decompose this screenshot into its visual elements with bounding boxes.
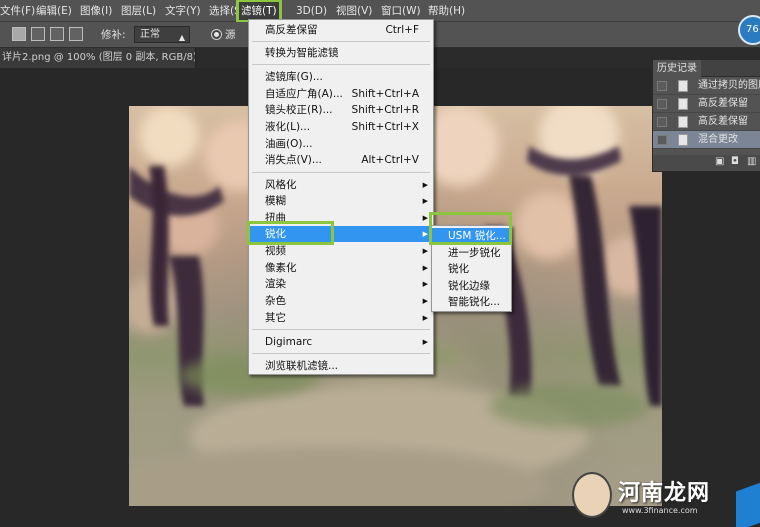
new-selection-icon[interactable] bbox=[12, 27, 26, 41]
source-radio[interactable] bbox=[211, 29, 222, 40]
document-icon bbox=[678, 116, 688, 128]
sharpen-submenu: USM 锐化... 进一步锐化 锐化 锐化边缘 智能锐化... bbox=[431, 225, 512, 312]
watermark-url: www.3finance.com bbox=[622, 506, 698, 515]
history-panel-footer: ▣ ◘ ▥ bbox=[653, 155, 760, 171]
subtract-selection-icon[interactable] bbox=[50, 27, 64, 41]
document-tab[interactable]: 详片2.png @ 100% (图层 0 副本, RGB/8) *× bbox=[0, 48, 196, 68]
patch-label: 修补: bbox=[101, 29, 126, 41]
menu-item-pixelate[interactable]: 像素化 ▶ bbox=[249, 260, 433, 276]
submenu-arrow-icon: ▶ bbox=[422, 197, 428, 205]
history-panel-title[interactable]: 历史记录 bbox=[653, 60, 701, 77]
history-panel: 历史记录 通过拷贝的图层 高反差保留 高反差保留 混合更改 ▣ ◘ ▥ bbox=[652, 60, 760, 172]
menu-divider bbox=[252, 64, 430, 65]
submenu-item-sharpen[interactable]: 锐化 bbox=[432, 261, 511, 277]
menu-item-vanishing-point[interactable]: 消失点(V)... Alt+Ctrl+V bbox=[249, 152, 433, 168]
menu-item-digimarc[interactable]: Digimarc ▶ bbox=[249, 334, 433, 350]
menu-item-distort[interactable]: 扭曲 ▶ bbox=[249, 210, 433, 226]
menu-item-browse-online[interactable]: 浏览联机滤镜... bbox=[249, 358, 433, 374]
submenu-arrow-icon: ▶ bbox=[422, 264, 428, 272]
checkbox-icon bbox=[657, 81, 667, 91]
submenu-arrow-icon: ▶ bbox=[422, 247, 428, 255]
menu-divider bbox=[252, 353, 430, 354]
submenu-arrow-icon: ▶ bbox=[422, 338, 428, 346]
submenu-item-sharpen-more[interactable]: 进一步锐化 bbox=[432, 245, 511, 261]
source-label: 源 bbox=[225, 29, 236, 41]
menu-item-blur[interactable]: 模糊 ▶ bbox=[249, 193, 433, 209]
menu-item-adaptive-wide[interactable]: 自适应广角(A)... Shift+Ctrl+A bbox=[249, 86, 433, 102]
menu-file[interactable]: 文件(F) bbox=[0, 0, 35, 22]
patch-mode-value: 正常 bbox=[140, 29, 160, 40]
submenu-arrow-icon: ▶ bbox=[422, 280, 428, 288]
camera-icon[interactable]: ◘ bbox=[731, 156, 739, 167]
document-icon bbox=[678, 80, 688, 92]
menu-divider bbox=[252, 329, 430, 330]
menu-type[interactable]: 文字(Y) bbox=[165, 0, 201, 22]
trash-icon[interactable]: ▥ bbox=[747, 156, 756, 167]
status-badge: 76 bbox=[738, 15, 760, 45]
document-icon bbox=[678, 98, 688, 110]
history-state[interactable]: 通过拷贝的图层 bbox=[653, 77, 760, 95]
submenu-arrow-icon: ▶ bbox=[422, 297, 428, 305]
checkbox-icon bbox=[657, 99, 667, 109]
history-panel-header: 历史记录 bbox=[653, 60, 760, 77]
submenu-arrow-icon: ▶ bbox=[422, 214, 428, 222]
submenu-arrow-icon: ▶ bbox=[422, 181, 428, 189]
watermark-text: 河南龙网 bbox=[618, 480, 711, 506]
mascot-icon bbox=[572, 472, 612, 518]
history-state-current[interactable]: 混合更改 bbox=[653, 131, 760, 149]
menu-select[interactable]: 选择(S bbox=[209, 0, 241, 22]
menu-item-stylize[interactable]: 风格化 ▶ bbox=[249, 177, 433, 193]
submenu-item-smart-sharpen[interactable]: 智能锐化... bbox=[432, 294, 511, 310]
watermark: 河南龙网 www.3finance.com bbox=[568, 468, 760, 527]
menu-item-other[interactable]: 其它 ▶ bbox=[249, 310, 433, 326]
menu-edit[interactable]: 编辑(E) bbox=[36, 0, 72, 22]
menu-item-last-filter[interactable]: 高反差保留 Ctrl+F bbox=[249, 22, 433, 38]
menu-item-noise[interactable]: 杂色 ▶ bbox=[249, 293, 433, 309]
menu-item-filter-gallery[interactable]: 滤镜库(G)... bbox=[249, 69, 433, 85]
submenu-arrow-icon: ▶ bbox=[422, 230, 428, 238]
menu-item-lens-correction[interactable]: 镜头校正(R)... Shift+Ctrl+R bbox=[249, 102, 433, 118]
menu-layer[interactable]: 图层(L) bbox=[121, 0, 156, 22]
patch-mode-select[interactable]: 正常 ▲ bbox=[134, 26, 190, 43]
menu-item-liquify[interactable]: 液化(L)... Shift+Ctrl+X bbox=[249, 119, 433, 135]
menu-item-sharpen[interactable]: 锐化 ▶ bbox=[249, 226, 433, 242]
history-state[interactable]: 高反差保留 bbox=[653, 113, 760, 131]
checkbox-icon bbox=[657, 135, 667, 145]
document-title: 详片2.png @ 100% (图层 0 副本, RGB/8) * bbox=[2, 52, 196, 63]
menu-item-convert-smart[interactable]: 转换为智能滤镜 bbox=[249, 45, 433, 61]
submenu-item-usm-sharpen[interactable]: USM 锐化... bbox=[432, 228, 511, 244]
logo-stamp-icon bbox=[736, 480, 760, 527]
submenu-item-sharpen-edges[interactable]: 锐化边缘 bbox=[432, 278, 511, 294]
new-snapshot-icon[interactable]: ▣ bbox=[715, 156, 724, 167]
submenu-arrow-icon: ▶ bbox=[422, 314, 428, 322]
menu-item-video[interactable]: 视频 ▶ bbox=[249, 243, 433, 259]
menu-divider bbox=[252, 172, 430, 173]
menu-item-oil-paint[interactable]: 油画(O)... bbox=[249, 136, 433, 152]
history-state[interactable]: 高反差保留 bbox=[653, 95, 760, 113]
intersect-selection-icon[interactable] bbox=[69, 27, 83, 41]
filter-menu: 高反差保留 Ctrl+F 转换为智能滤镜 滤镜库(G)... 自适应广角(A)..… bbox=[248, 19, 434, 375]
add-selection-icon[interactable] bbox=[31, 27, 45, 41]
chevron-down-icon: ▲ bbox=[178, 33, 185, 42]
checkbox-icon bbox=[657, 117, 667, 127]
menu-divider bbox=[252, 41, 430, 42]
menu-item-render[interactable]: 渲染 ▶ bbox=[249, 276, 433, 292]
document-icon bbox=[678, 134, 688, 146]
menu-image[interactable]: 图像(I) bbox=[80, 0, 112, 22]
